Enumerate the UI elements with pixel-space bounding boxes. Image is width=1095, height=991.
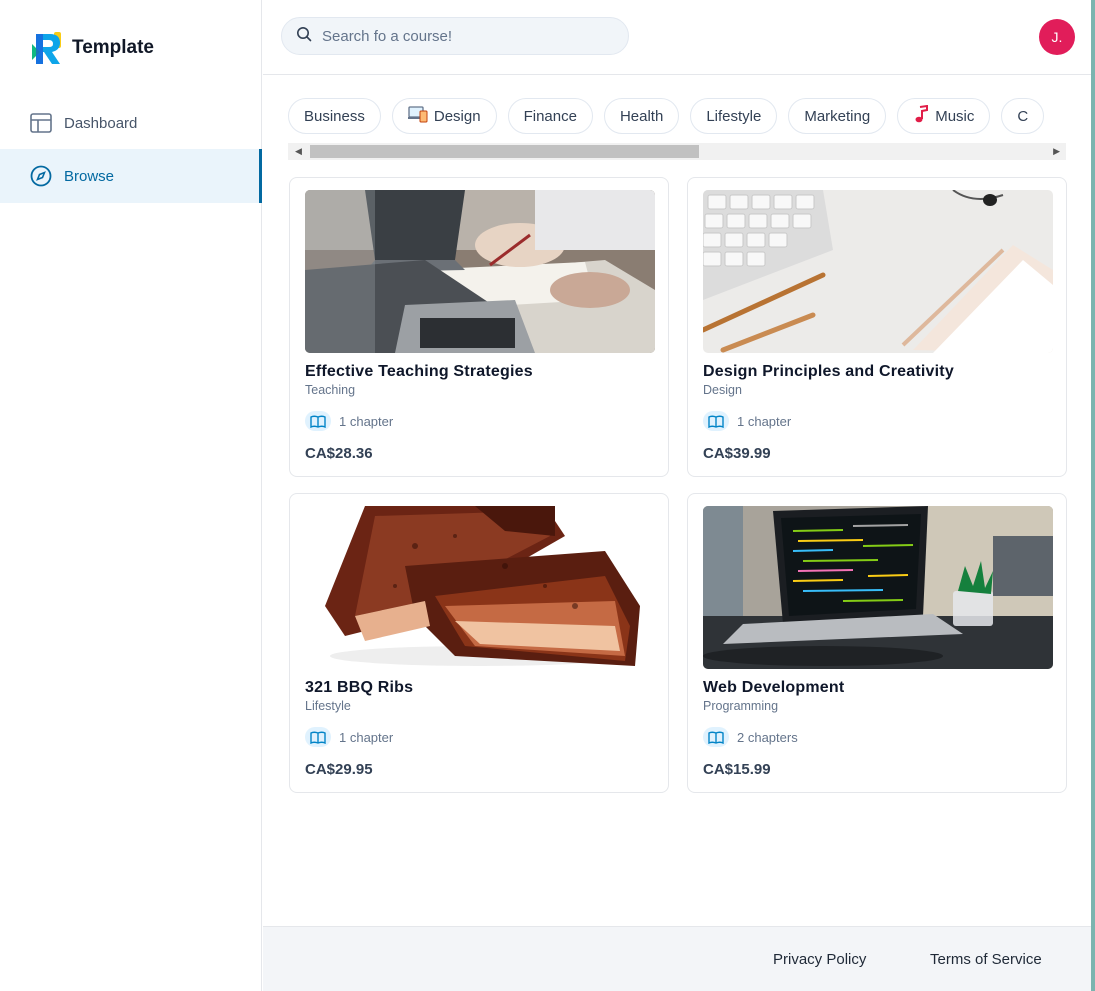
- sidebar-item-label: Dashboard: [64, 114, 138, 132]
- terms-of-service-link[interactable]: Terms of Service: [930, 951, 1042, 968]
- course-image-teaching: [305, 190, 655, 353]
- category-chip-music[interactable]: Music: [897, 98, 991, 134]
- brand-logo[interactable]: Template: [30, 30, 154, 66]
- brand-name: Template: [72, 37, 155, 58]
- category-chip-lifestyle[interactable]: Lifestyle: [690, 98, 778, 134]
- chapter-label: 1 chapter: [737, 413, 792, 429]
- sidebar: Template Dashboard Browse: [0, 0, 262, 991]
- course-title[interactable]: Web Development: [703, 679, 844, 697]
- search-input[interactable]: [322, 27, 612, 45]
- chapter-count: 2 chapters: [703, 727, 798, 747]
- footer: Privacy Policy Terms of Service: [263, 926, 1091, 991]
- course-title[interactable]: Effective Teaching Strategies: [305, 363, 533, 381]
- course-category: Programming: [703, 699, 779, 713]
- chip-label: Health: [619, 107, 664, 125]
- category-chip-health[interactable]: Health: [603, 98, 680, 134]
- app-root: Template Dashboard Browse J. Busines: [0, 0, 1095, 991]
- course-price: CA$28.36: [305, 445, 373, 462]
- category-chip-more[interactable]: C: [1001, 98, 1045, 134]
- course-card[interactable]: Effective Teaching Strategies Teaching 1…: [289, 177, 669, 477]
- category-chip-design[interactable]: Design: [391, 98, 497, 134]
- course-title[interactable]: Design Principles and Creativity: [703, 363, 954, 381]
- course-category: Design: [703, 383, 742, 397]
- scroll-right-icon[interactable]: ▶: [1053, 146, 1060, 157]
- book-icon: [703, 411, 729, 431]
- compass-icon: [30, 165, 52, 187]
- chip-label: Music: [935, 107, 975, 125]
- logo-icon: [32, 32, 61, 64]
- category-chip-finance[interactable]: Finance: [507, 98, 593, 134]
- chapter-label: 2 chapters: [737, 729, 798, 745]
- chip-label: Business: [304, 107, 365, 125]
- devices-icon: [407, 105, 428, 127]
- category-chip-business[interactable]: Business: [288, 98, 381, 134]
- chapter-label: 1 chapter: [339, 413, 394, 429]
- chapter-count: 1 chapter: [305, 727, 393, 747]
- course-card[interactable]: 321 BBQ Ribs Lifestyle 1 chapter CA$29.9…: [289, 493, 669, 793]
- course-price: CA$15.99: [703, 761, 771, 778]
- privacy-policy-link[interactable]: Privacy Policy: [773, 951, 866, 968]
- chip-label: Finance: [523, 107, 577, 125]
- chip-label: C: [1017, 107, 1029, 125]
- music-note-icon: [913, 104, 929, 127]
- horizontal-scrollbar[interactable]: ◀ ▶: [288, 143, 1066, 160]
- chapter-count: 1 chapter: [305, 411, 393, 431]
- course-category: Teaching: [305, 383, 356, 397]
- chip-label: Marketing: [804, 107, 871, 125]
- book-icon: [703, 727, 729, 747]
- course-image-webdev: [703, 506, 1053, 669]
- scroll-thumb[interactable]: [310, 145, 699, 158]
- book-icon: [305, 411, 331, 431]
- chip-label: Design: [433, 107, 481, 125]
- layout-icon: [30, 112, 52, 134]
- course-title[interactable]: 321 BBQ Ribs: [305, 679, 413, 697]
- course-price: CA$39.99: [703, 445, 771, 462]
- scroll-left-icon[interactable]: ◀: [295, 146, 302, 157]
- top-header: J.: [263, 0, 1091, 75]
- sidebar-item-browse[interactable]: Browse: [0, 149, 262, 203]
- category-list: Business Design Finance Health Lifestyle…: [288, 98, 1066, 136]
- window-edge: [1091, 0, 1095, 991]
- course-price: CA$29.95: [305, 761, 373, 778]
- course-card[interactable]: Design Principles and Creativity Design …: [687, 177, 1067, 477]
- chapter-count: 1 chapter: [703, 411, 791, 431]
- chip-label: Lifestyle: [706, 107, 762, 125]
- search-icon: [296, 26, 312, 47]
- course-card[interactable]: Web Development Programming 2 chapters C…: [687, 493, 1067, 793]
- course-image-ribs: [305, 506, 655, 669]
- chapter-label: 1 chapter: [339, 729, 394, 745]
- course-image-design: [703, 190, 1053, 353]
- sidebar-item-dashboard[interactable]: Dashboard: [0, 96, 262, 150]
- avatar[interactable]: J.: [1039, 19, 1075, 55]
- course-category: Lifestyle: [305, 699, 351, 713]
- book-icon: [305, 727, 331, 747]
- search-bar[interactable]: [281, 17, 629, 55]
- sidebar-item-label: Browse: [64, 167, 115, 185]
- category-chip-marketing[interactable]: Marketing: [788, 98, 887, 134]
